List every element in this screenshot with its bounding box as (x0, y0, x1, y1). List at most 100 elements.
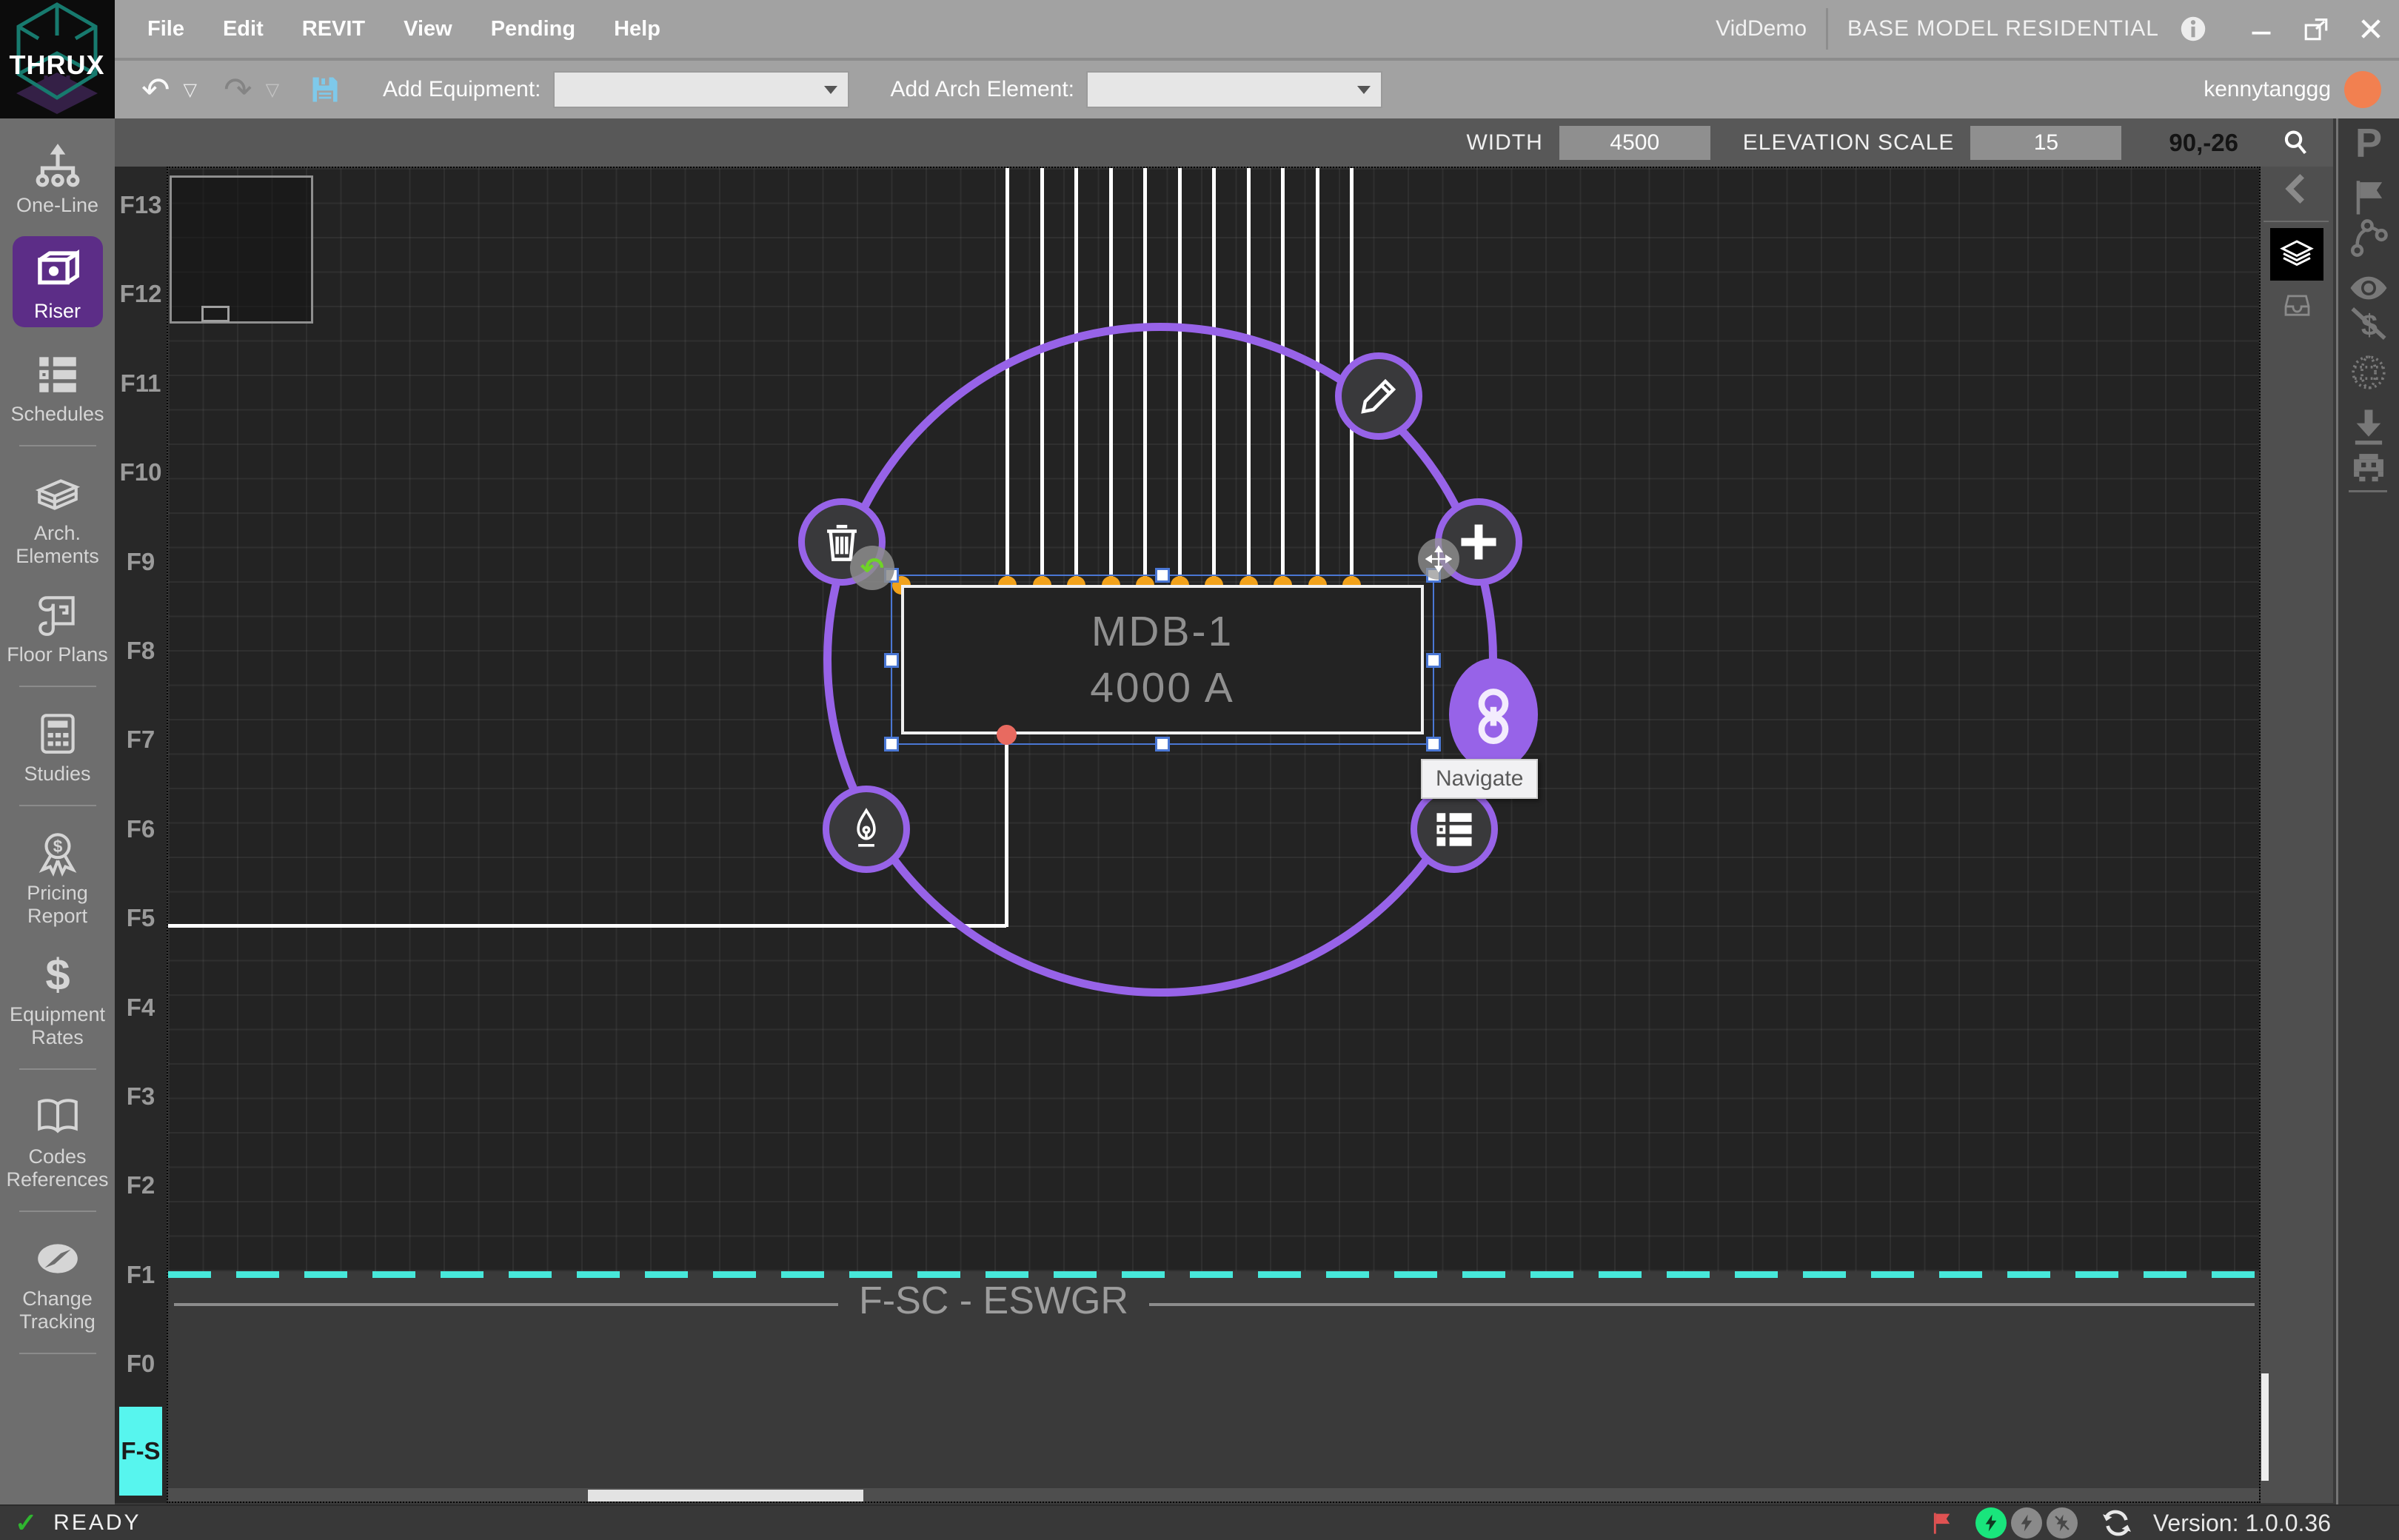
elevation-scale-input[interactable] (1970, 126, 2121, 160)
power-active-icon[interactable] (1975, 1507, 2007, 1539)
rail-divider (2349, 490, 2387, 492)
resize-handle-e[interactable] (1426, 653, 1441, 668)
rail-debug-icon[interactable] (2347, 447, 2390, 490)
minimize-button[interactable] (2246, 14, 2276, 44)
floor-label-f11: F11 (115, 369, 167, 398)
redo-icon[interactable]: ↷ (224, 73, 252, 107)
panel-divider (2264, 221, 2329, 222)
sidebar-item-label: Floor Plans (7, 643, 108, 666)
menu-item-file[interactable]: File (147, 17, 184, 41)
layers-tool-active[interactable] (2270, 228, 2323, 281)
sidebar-item-codes-references[interactable]: Codes References (2, 1092, 113, 1191)
undo-icon[interactable]: ↶ (141, 73, 170, 107)
undo-dropdown-icon[interactable]: ▽ (184, 79, 197, 101)
info-icon[interactable] (2178, 14, 2208, 44)
schedules-icon (33, 349, 82, 398)
draw-button[interactable] (823, 786, 910, 873)
plus-icon (1457, 520, 1500, 563)
sidebar-item-label: Change Tracking (2, 1288, 113, 1333)
riser-canvas[interactable]: F-SC - ESWGR MDB-1 4000 A ↶ Navigate (167, 167, 2261, 1503)
left-sidebar: One-Line Riser Schedules Arch. Elements Floo… (0, 118, 115, 1504)
sidebar-item-riser[interactable]: Riser (13, 236, 103, 327)
add-equipment-select[interactable] (553, 71, 849, 108)
search-icon[interactable] (2280, 127, 2312, 159)
chevron-down-icon (824, 86, 837, 94)
svg-text:P: P (2355, 122, 2382, 165)
save-icon[interactable] (309, 73, 341, 106)
rail-p-panel-icon[interactable]: P (2347, 122, 2390, 165)
width-input[interactable] (1559, 126, 1710, 160)
inbox-icon[interactable] (2281, 289, 2314, 315)
resize-handle-sw[interactable] (884, 737, 899, 751)
riser-icon (32, 244, 84, 295)
rail-download-icon[interactable] (2347, 406, 2390, 449)
rail-branch-icon[interactable] (2347, 217, 2390, 260)
floor-label-fs-highlight[interactable]: F-S (119, 1407, 162, 1496)
rail-flag-icon[interactable] (2347, 175, 2390, 218)
level-separator-dashed (168, 1271, 2259, 1278)
power-off-icon[interactable] (2047, 1507, 2078, 1539)
sidebar-divider (19, 1353, 96, 1354)
floor-label-f7: F7 (115, 725, 167, 754)
sidebar-item-change-tracking[interactable]: Change Tracking (2, 1234, 113, 1333)
menu-item-revit[interactable]: REVIT (302, 17, 365, 41)
feeder-source-dot[interactable] (997, 725, 1017, 745)
rail-globe-icon[interactable] (2347, 351, 2390, 394)
resize-handle-se[interactable] (1426, 737, 1441, 751)
menu-item-edit[interactable]: Edit (223, 17, 264, 41)
move-badge-icon[interactable] (1418, 538, 1459, 580)
floor-label-f3: F3 (115, 1082, 167, 1111)
resize-handle-n[interactable] (1155, 568, 1170, 583)
minimap[interactable] (170, 175, 313, 324)
sidebar-item-studies[interactable]: Studies (2, 709, 113, 786)
sidebar-item-pricing-report[interactable]: $Pricing Report (2, 828, 113, 928)
resize-handle-w[interactable] (884, 653, 899, 668)
redo-dropdown-icon[interactable]: ▽ (266, 79, 279, 101)
status-flag-icon[interactable] (1928, 1510, 1955, 1536)
floor-label-f9: F9 (115, 547, 167, 577)
edit-button[interactable] (1335, 352, 1422, 440)
link-icon (1471, 688, 1516, 741)
avatar[interactable] (2344, 71, 2381, 108)
menu-item-pending[interactable]: Pending (491, 17, 575, 41)
section-label: F-SC - ESWGR (838, 1279, 1149, 1323)
menu-item-view[interactable]: View (404, 17, 452, 41)
horizontal-scrollbar[interactable] (168, 1488, 2259, 1503)
undo-badge-icon[interactable]: ↶ (850, 546, 894, 590)
add-arch-select[interactable] (1086, 71, 1382, 108)
close-icon[interactable] (2356, 14, 2386, 44)
canvas-toolbar: WIDTH ELEVATION SCALE 90,-26 (115, 118, 2333, 167)
version-label: Version: 1.0.0.36 (2153, 1510, 2331, 1537)
sidebar-divider (19, 1068, 96, 1070)
navigate-button[interactable] (1449, 658, 1538, 771)
floor-label-f8: F8 (115, 636, 167, 666)
studies-icon (33, 709, 82, 758)
change-tracking-icon (33, 1234, 82, 1283)
sidebar-item-equipment-rates[interactable]: $Equipment Rates (2, 950, 113, 1049)
minimap-viewport[interactable] (201, 306, 230, 322)
list-icon (1433, 808, 1476, 851)
sidebar-item-floor-plans[interactable]: Floor Plans (2, 590, 113, 666)
add-arch-label: Add Arch Element: (891, 77, 1074, 102)
pen-nib-icon (845, 808, 888, 851)
collapse-panel-icon[interactable] (2280, 172, 2314, 206)
canvas-side-panel (2261, 167, 2333, 1503)
vertical-scrollbar-thumb[interactable] (2261, 1373, 2269, 1481)
sidebar-item-one-line[interactable]: One-Line (2, 141, 113, 217)
sidebar-item-label: Riser (34, 300, 81, 323)
sidebar-divider (19, 445, 96, 446)
resize-handle-s[interactable] (1155, 737, 1170, 751)
rail-no-cost-icon[interactable]: $ (2347, 302, 2390, 345)
sidebar-item-arch-elements[interactable]: Arch. Elements (2, 469, 113, 568)
sidebar-divider (19, 686, 96, 687)
refresh-icon[interactable] (2101, 1507, 2132, 1539)
username: kennytanggg (2204, 77, 2331, 102)
power-idle-icon[interactable] (2011, 1507, 2042, 1539)
restore-button[interactable] (2301, 14, 2331, 44)
floor-label-f5: F5 (115, 903, 167, 933)
menu-item-help[interactable]: Help (614, 17, 660, 41)
sidebar-item-schedules[interactable]: Schedules (2, 349, 113, 426)
horizontal-scrollbar-thumb[interactable] (588, 1490, 863, 1502)
app-logo: THRUX (0, 0, 115, 118)
sidebar-divider (19, 1211, 96, 1212)
